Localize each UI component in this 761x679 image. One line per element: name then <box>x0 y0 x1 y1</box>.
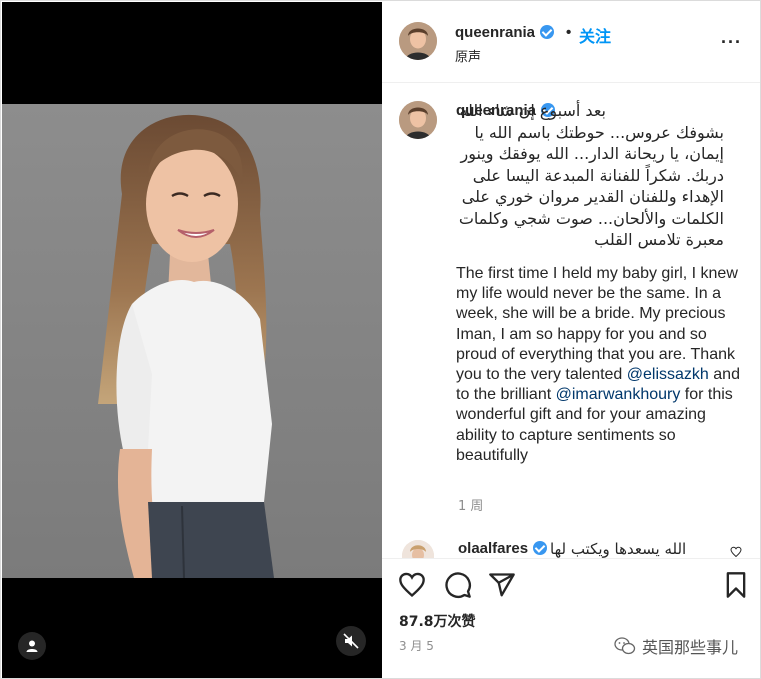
profile-picture <box>399 22 437 60</box>
avatar[interactable] <box>399 22 437 60</box>
profile-picture <box>399 101 437 139</box>
arabic-text: بعد أسبوع إن شاء الله بشوفك عروس... حوطت… <box>458 101 724 249</box>
post-side-panel: queenrania • 关注 原声 ... queenrania بعد أس… <box>382 2 760 678</box>
watermark: 英国那些事儿 <box>614 634 738 658</box>
post-caption: queenrania بعد أسبوع إن شاء الله بشوفك ع… <box>382 84 760 524</box>
comment-text: الله يسعدها ويكتب لها <box>550 540 687 558</box>
mute-toggle-button[interactable] <box>336 626 366 656</box>
username-text[interactable]: olaalfares <box>458 540 528 557</box>
commenter-avatar[interactable] <box>402 540 434 558</box>
caption-arabic-text: بعد أسبوع إن شاء الله بشوفك عروس... حوطت… <box>452 100 724 251</box>
post-date[interactable]: 3 月 5 <box>399 637 434 654</box>
share-icon[interactable] <box>488 571 516 599</box>
wechat-icon <box>614 637 636 655</box>
verified-badge-icon <box>540 25 555 39</box>
profile-picture <box>402 540 434 558</box>
caption-timestamp[interactable]: 1 周 <box>458 495 483 514</box>
more-options-icon[interactable]: ... <box>721 28 742 46</box>
comment-row: olaalfares الله يسعدها ويكتب لها <box>382 532 760 558</box>
user-tag-icon <box>26 640 38 652</box>
verified-badge-icon <box>533 541 548 555</box>
header-username[interactable]: queenrania <box>455 24 555 41</box>
heart-icon[interactable] <box>398 571 426 599</box>
post-photo[interactable] <box>2 104 382 578</box>
tagged-users-button[interactable] <box>18 632 46 660</box>
portrait-illustration <box>2 104 382 578</box>
follow-button[interactable]: 关注 <box>579 23 611 47</box>
heart-icon[interactable] <box>730 546 742 558</box>
comment-username[interactable]: olaalfares <box>458 540 548 557</box>
post-media[interactable] <box>2 2 382 678</box>
caption-avatar[interactable] <box>399 101 437 139</box>
muted-speaker-icon <box>343 633 359 649</box>
separator-dot: • <box>566 24 572 41</box>
audio-label[interactable]: 原声 <box>455 46 481 65</box>
bookmark-icon[interactable] <box>722 571 750 599</box>
caption-english-text: The first time I held my baby girl, I kn… <box>456 264 742 466</box>
post-footer: 87.8万次赞 3 月 5 英国那些事儿 <box>382 558 760 678</box>
username-text[interactable]: queenrania <box>455 24 535 41</box>
comment-icon[interactable] <box>444 571 472 599</box>
like-count[interactable]: 87.8万次赞 <box>399 611 476 631</box>
watermark-text: 英国那些事儿 <box>641 638 738 657</box>
instagram-post-dialog: queenrania • 关注 原声 ... queenrania بعد أس… <box>0 0 761 679</box>
post-header: queenrania • 关注 原声 ... <box>382 2 760 83</box>
mention-link[interactable]: @elissazkh <box>627 366 709 383</box>
mention-link[interactable]: @imarwankhoury <box>556 386 681 403</box>
